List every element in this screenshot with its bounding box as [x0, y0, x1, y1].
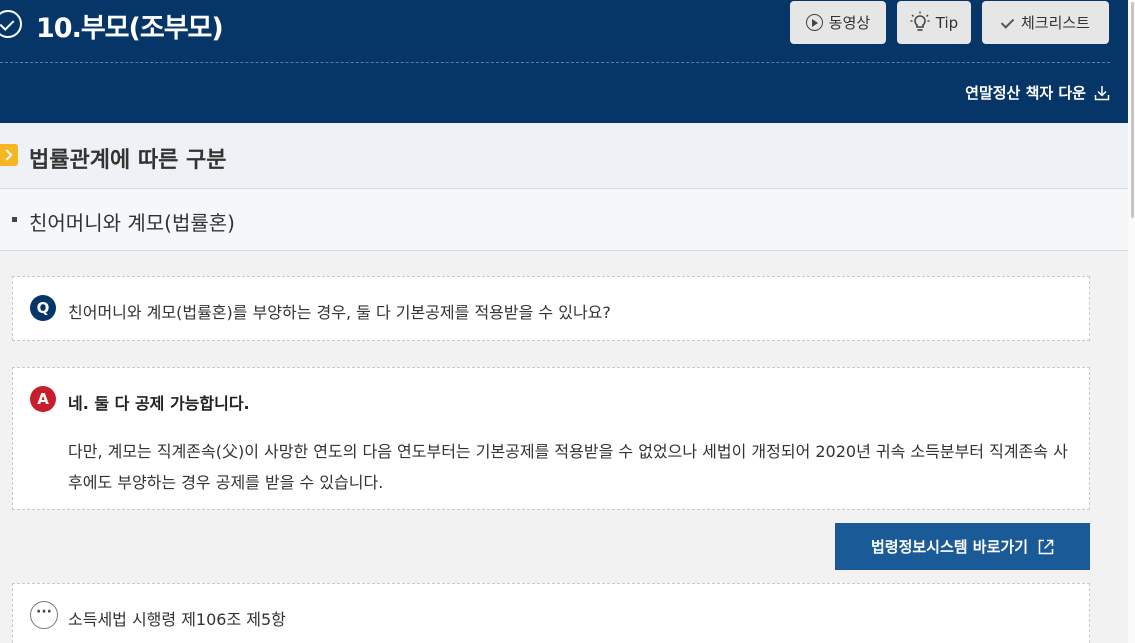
- header-bar: 10.부모(조부모) 동영상 Tip 체크리스트 연말정산 책자 다운: [0, 0, 1135, 123]
- answer-body: 다만, 계모는 직계존속(父)이 사망한 연도의 다음 연도부터는 기본공제를 …: [68, 442, 1068, 492]
- question-badge: Q: [30, 295, 56, 321]
- external-link-icon: [1038, 539, 1054, 554]
- tip-button-label: Tip: [935, 13, 959, 32]
- tip-button[interactable]: Tip: [897, 1, 971, 44]
- booklet-download-label: 연말정산 책자 다운: [965, 84, 1086, 102]
- answer-badge: A: [30, 386, 56, 412]
- law-info-system-button[interactable]: 법령정보시스템 바로가기: [835, 523, 1090, 570]
- question-text: 친어머니와 계모(법률혼)를 부양하는 경우, 둘 다 기본공제를 적용받을 수…: [68, 303, 611, 322]
- subsection-title: 친어머니와 계모(법률혼): [29, 211, 235, 235]
- section-header: 법률관계에 따른 구분: [0, 123, 1128, 189]
- video-button[interactable]: 동영상: [790, 1, 886, 44]
- checklist-button[interactable]: 체크리스트: [982, 1, 1109, 44]
- checkmark-icon: [1001, 16, 1015, 30]
- checklist-button-label: 체크리스트: [1020, 14, 1090, 32]
- header-divider: [0, 62, 1110, 63]
- play-icon: [805, 14, 823, 31]
- lightbulb-icon: [910, 11, 930, 31]
- section-title: 법률관계에 따른 구분: [29, 148, 227, 173]
- more-icon[interactable]: ···: [30, 601, 58, 629]
- subsection-header: 친어머니와 계모(법률혼): [0, 189, 1128, 251]
- answer-headline: 네. 둘 다 공제 가능합니다.: [68, 394, 250, 413]
- reference-card: ··· 소득세법 시행령 제106조 제5항: [12, 583, 1090, 643]
- check-circle-icon: [0, 10, 22, 38]
- chevron-right-icon: [0, 144, 18, 166]
- reference-text: 소득세법 시행령 제106조 제5항: [68, 610, 286, 629]
- law-info-system-label: 법령정보시스템 바로가기: [870, 538, 1029, 556]
- page-title: 10.부모(조부모): [36, 13, 224, 44]
- answer-card: A 네. 둘 다 공제 가능합니다. 다만, 계모는 직계존속(父)이 사망한 …: [12, 367, 1090, 510]
- question-card: Q 친어머니와 계모(법률혼)를 부양하는 경우, 둘 다 기본공제를 적용받을…: [12, 276, 1090, 341]
- download-icon: [1094, 85, 1110, 100]
- booklet-download-link[interactable]: 연말정산 책자 다운: [965, 82, 1110, 103]
- scrollbar-thumb[interactable]: [1131, 2, 1134, 218]
- video-button-label: 동영상: [828, 14, 871, 32]
- bullet-icon: [12, 217, 17, 222]
